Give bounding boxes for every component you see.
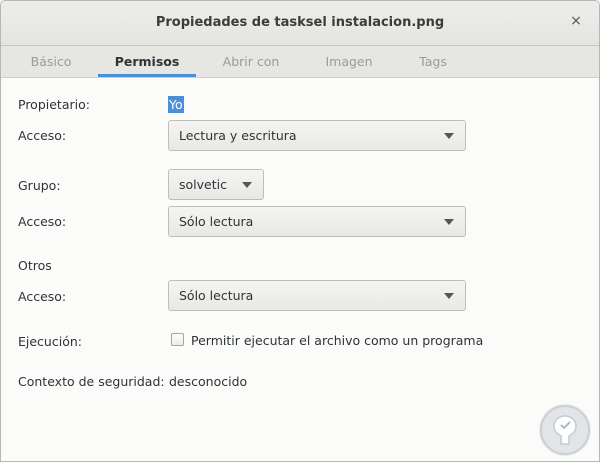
security-context-value: desconocido — [169, 374, 248, 389]
window-title: Propiedades de tasksel instalacion.png — [155, 15, 445, 30]
others-access-label: Acceso: — [18, 289, 67, 304]
chevron-down-icon — [242, 182, 252, 188]
security-context-label: Contexto de seguridad: — [18, 374, 165, 389]
owner-label: Propietario: — [18, 97, 90, 112]
tab-abrir-con[interactable]: Abrir con — [203, 46, 299, 77]
others-label: Otros — [18, 258, 52, 273]
group-access-dropdown[interactable]: Sólo lectura — [168, 206, 466, 237]
owner-access-dropdown[interactable]: Lectura y escritura — [168, 120, 466, 151]
solvetic-logo-icon — [540, 405, 590, 455]
solvetic-logo — [539, 404, 591, 456]
properties-dialog: Propiedades de tasksel instalacion.png ×… — [0, 0, 600, 462]
tab-permisos[interactable]: Permisos — [98, 46, 196, 77]
tab-imagen[interactable]: Imagen — [304, 46, 394, 77]
chevron-down-icon — [444, 293, 454, 299]
group-label: Grupo: — [18, 178, 61, 193]
owner-access-label: Acceso: — [18, 128, 67, 143]
execute-checkbox[interactable] — [171, 333, 184, 346]
execute-checkbox-label[interactable]: Permitir ejecutar el archivo como un pro… — [191, 333, 483, 348]
others-access-value: Sólo lectura — [179, 288, 254, 303]
tab-basico[interactable]: Básico — [11, 46, 91, 77]
owner-value: Yo — [168, 96, 184, 113]
group-access-label: Acceso: — [18, 214, 67, 229]
close-icon[interactable]: × — [567, 12, 585, 30]
titlebar: Propiedades de tasksel instalacion.png × — [1, 1, 599, 46]
group-value: solvetic — [179, 177, 227, 192]
chevron-down-icon — [444, 219, 454, 225]
chevron-down-icon — [444, 133, 454, 139]
tab-tags[interactable]: Tags — [399, 46, 467, 77]
tab-bar: Básico Permisos Abrir con Imagen Tags — [1, 46, 599, 78]
owner-access-value: Lectura y escritura — [179, 128, 297, 143]
group-dropdown[interactable]: solvetic — [168, 169, 264, 200]
group-access-value: Sólo lectura — [179, 214, 254, 229]
execution-label: Ejecución: — [18, 334, 82, 349]
others-access-dropdown[interactable]: Sólo lectura — [168, 280, 466, 311]
